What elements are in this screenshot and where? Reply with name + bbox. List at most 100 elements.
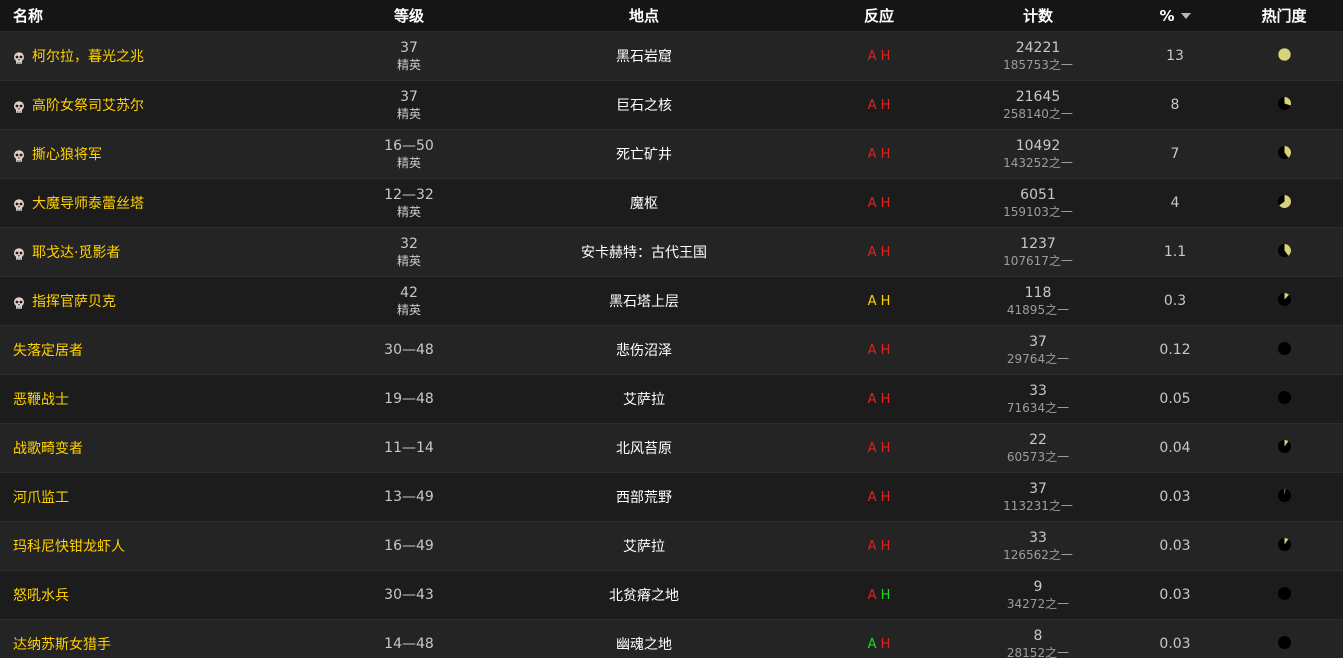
percent-value: 0.3 bbox=[1163, 293, 1187, 309]
count-of-value: 29764之一 bbox=[1006, 351, 1070, 366]
horde-reaction: H bbox=[880, 489, 891, 505]
percent-cell: 4 bbox=[1135, 179, 1215, 227]
reaction-cell: AH bbox=[829, 522, 929, 570]
level-cell: 37 精英 bbox=[349, 81, 469, 129]
count-value: 6051 bbox=[1020, 186, 1056, 203]
npc-name-link[interactable]: 战歌畸变者 bbox=[13, 438, 83, 458]
location-link[interactable]: 安卡赫特：古代王国 bbox=[581, 242, 707, 262]
npc-name-link[interactable]: 大魔导师泰蕾丝塔 bbox=[32, 193, 144, 213]
header-percent[interactable]: % bbox=[1135, 0, 1215, 31]
location-link[interactable]: 艾萨拉 bbox=[623, 536, 665, 556]
location-cell: 巨石之核 bbox=[524, 81, 764, 129]
header-level[interactable]: 等级 bbox=[349, 0, 469, 31]
level-cell: 30—48 bbox=[349, 326, 469, 374]
popularity-pie-icon bbox=[1277, 243, 1292, 262]
npc-name-link[interactable]: 恶鞭战士 bbox=[13, 389, 69, 409]
reaction-cell: AH bbox=[829, 571, 929, 619]
header-location[interactable]: 地点 bbox=[564, 0, 724, 31]
horde-reaction: H bbox=[880, 636, 891, 652]
name-cell: 大魔导师泰蕾丝塔 bbox=[13, 179, 343, 227]
npc-name-link[interactable]: 高阶女祭司艾苏尔 bbox=[32, 95, 144, 115]
location-link[interactable]: 北风苔原 bbox=[616, 438, 672, 458]
npc-name-link[interactable]: 耶戈达·觅影者 bbox=[32, 242, 120, 262]
npc-name-link[interactable]: 柯尔拉，暮光之兆 bbox=[32, 46, 144, 66]
header-name[interactable]: 名称 bbox=[13, 0, 43, 31]
count-cell: 33 71634之一 bbox=[978, 375, 1098, 423]
location-link[interactable]: 黑石岩窟 bbox=[616, 46, 672, 66]
alliance-reaction: A bbox=[867, 97, 877, 113]
alliance-reaction: A bbox=[867, 342, 877, 358]
popularity-cell bbox=[1244, 277, 1324, 325]
percent-value: 0.03 bbox=[1159, 636, 1191, 652]
location-link[interactable]: 西部荒野 bbox=[616, 487, 672, 507]
location-link[interactable]: 黑石塔上层 bbox=[609, 291, 679, 311]
location-cell: 安卡赫特：古代王国 bbox=[524, 228, 764, 276]
header-count[interactable]: 计数 bbox=[978, 0, 1098, 31]
npc-name-link[interactable]: 指挥官萨贝克 bbox=[32, 291, 116, 311]
location-link[interactable]: 巨石之核 bbox=[616, 95, 672, 115]
level-cell: 30—43 bbox=[349, 571, 469, 619]
npc-name-link[interactable]: 怒吼水兵 bbox=[13, 585, 69, 605]
count-of-value: 113231之一 bbox=[1003, 498, 1073, 513]
percent-value: 0.04 bbox=[1159, 440, 1191, 456]
npc-name-link[interactable]: 玛科尼快钳龙虾人 bbox=[13, 536, 125, 556]
popularity-pie-icon bbox=[1277, 537, 1292, 556]
count-value: 33 bbox=[1029, 529, 1047, 546]
alliance-reaction: A bbox=[867, 440, 877, 456]
location-link[interactable]: 幽魂之地 bbox=[616, 634, 672, 654]
count-value: 1237 bbox=[1020, 235, 1056, 252]
count-value: 9 bbox=[1033, 578, 1043, 595]
level-value: 11—14 bbox=[384, 439, 434, 456]
location-link[interactable]: 悲伤沼泽 bbox=[616, 340, 672, 360]
percent-value: 13 bbox=[1166, 48, 1184, 64]
npc-name-link[interactable]: 达纳苏斯女猎手 bbox=[13, 634, 111, 654]
classification-label: 精英 bbox=[396, 204, 421, 219]
alliance-reaction: A bbox=[867, 146, 877, 162]
npc-name-link[interactable]: 河爪监工 bbox=[13, 487, 69, 507]
count-of-value: 159103之一 bbox=[1003, 204, 1073, 219]
level-value: 32 bbox=[400, 235, 418, 252]
location-link[interactable]: 北贫瘠之地 bbox=[609, 585, 679, 605]
level-cell: 16—49 bbox=[349, 522, 469, 570]
skull-icon bbox=[13, 99, 25, 113]
alliance-reaction: A bbox=[867, 293, 877, 309]
location-cell: 艾萨拉 bbox=[524, 522, 764, 570]
name-cell: 战歌畸变者 bbox=[13, 424, 343, 472]
npc-name-link[interactable]: 撕心狼将军 bbox=[32, 144, 102, 164]
count-of-value: 41895之一 bbox=[1006, 302, 1070, 317]
count-of-value: 258140之一 bbox=[1003, 106, 1073, 121]
percent-cell: 0.3 bbox=[1135, 277, 1215, 325]
header-reaction[interactable]: 反应 bbox=[829, 0, 929, 31]
popularity-cell bbox=[1244, 571, 1324, 619]
header-popularity[interactable]: 热门度 bbox=[1244, 0, 1324, 31]
name-cell: 怒吼水兵 bbox=[13, 571, 343, 619]
horde-reaction: H bbox=[880, 440, 891, 456]
level-cell: 14—48 bbox=[349, 620, 469, 658]
popularity-cell bbox=[1244, 424, 1324, 472]
table-row: 达纳苏斯女猎手 14—48 幽魂之地 AH 8 28152之一 0.03 bbox=[0, 620, 1343, 658]
location-link[interactable]: 魔枢 bbox=[630, 193, 658, 213]
horde-reaction: H bbox=[880, 538, 891, 554]
count-value: 21645 bbox=[1015, 88, 1061, 105]
table-row: 恶鞭战士 19—48 艾萨拉 AH 33 71634之一 0.05 bbox=[0, 375, 1343, 424]
percent-cell: 0.05 bbox=[1135, 375, 1215, 423]
percent-cell: 0.03 bbox=[1135, 473, 1215, 521]
location-link[interactable]: 艾萨拉 bbox=[623, 389, 665, 409]
name-cell: 撕心狼将军 bbox=[13, 130, 343, 178]
name-cell: 河爪监工 bbox=[13, 473, 343, 521]
skull-icon bbox=[13, 295, 25, 309]
reaction-cell: AH bbox=[829, 81, 929, 129]
table-body: 柯尔拉，暮光之兆 37 精英 黑石岩窟 AH 24221 185753之一 13… bbox=[0, 32, 1343, 658]
percent-value: 1.1 bbox=[1163, 244, 1187, 260]
count-cell: 22 60573之一 bbox=[978, 424, 1098, 472]
npc-name-link[interactable]: 失落定居者 bbox=[13, 340, 83, 360]
name-cell: 指挥官萨贝克 bbox=[13, 277, 343, 325]
count-cell: 1237 107617之一 bbox=[978, 228, 1098, 276]
skull-icon bbox=[13, 50, 25, 64]
level-cell: 11—14 bbox=[349, 424, 469, 472]
level-cell: 13—49 bbox=[349, 473, 469, 521]
popularity-pie-icon bbox=[1277, 488, 1292, 507]
alliance-reaction: A bbox=[867, 587, 877, 603]
npc-table: 名称 等级 地点 反应 计数 % 热门度 柯尔拉，暮光之兆 37 精英 黑石岩窟… bbox=[0, 0, 1343, 658]
location-link[interactable]: 死亡矿井 bbox=[616, 144, 672, 164]
